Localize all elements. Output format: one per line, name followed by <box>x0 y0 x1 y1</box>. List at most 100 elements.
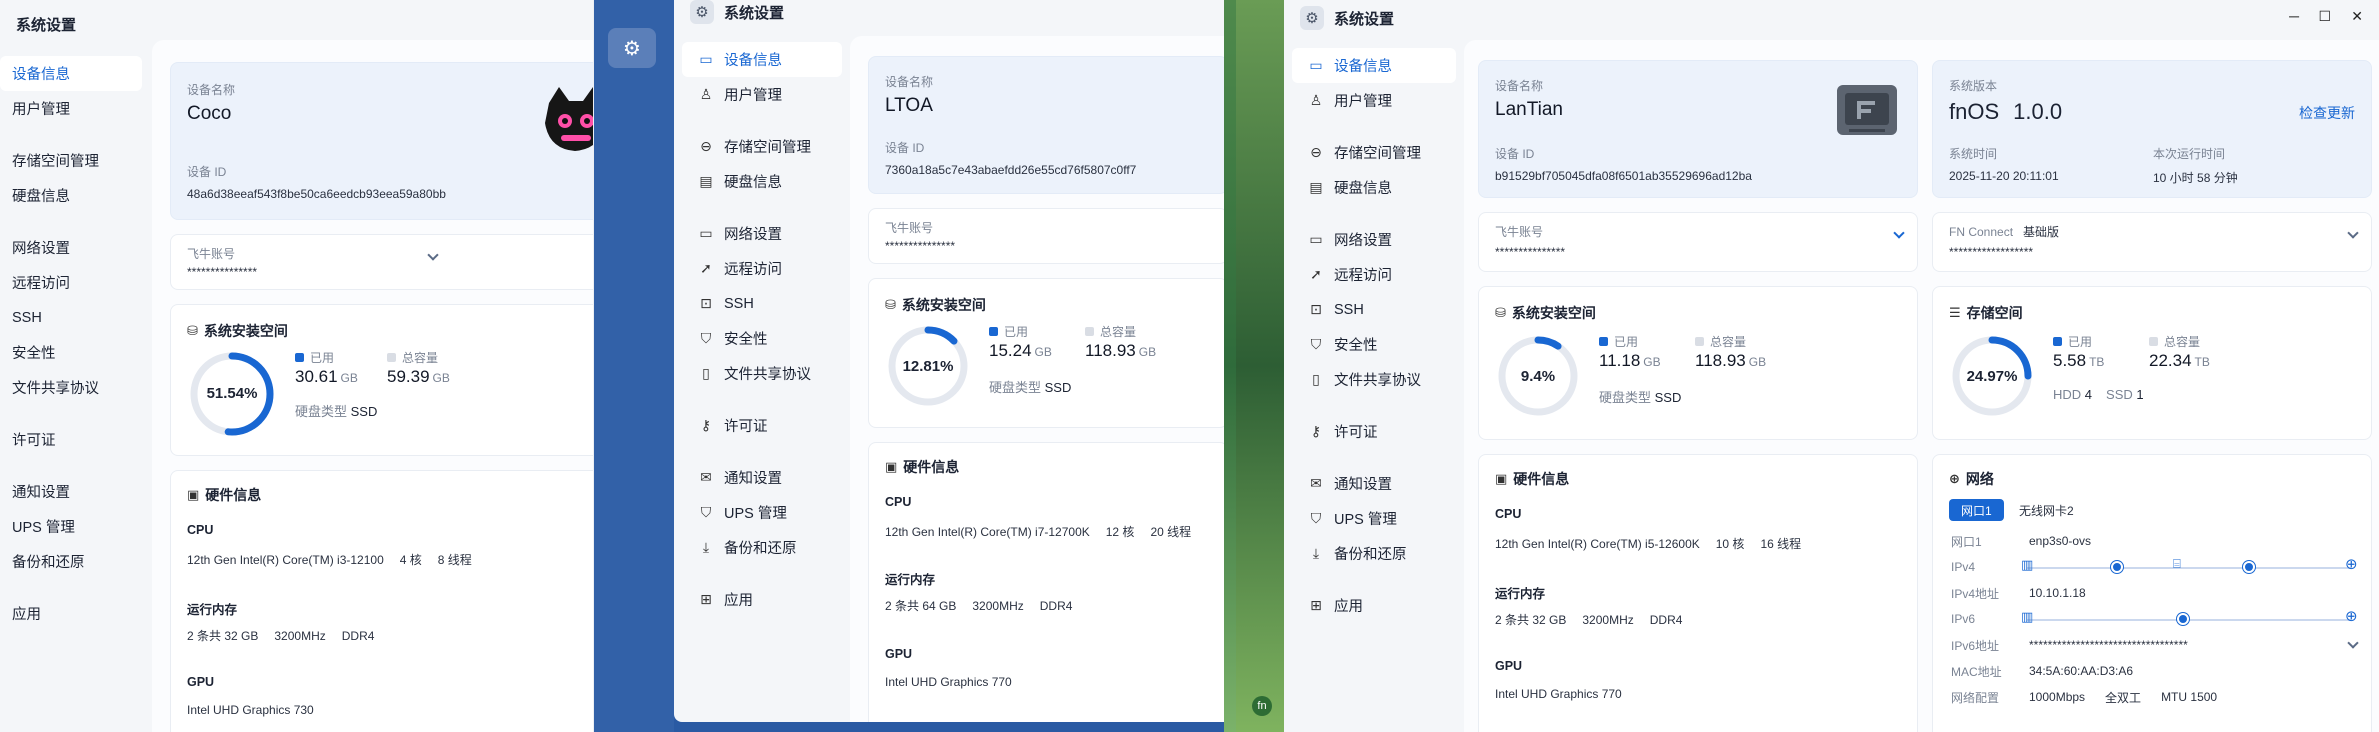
disk-icon: ⛁ <box>885 297 896 312</box>
check-update-link[interactable]: 检查更新 <box>2299 103 2355 123</box>
hardware-icon: ▣ <box>1495 471 1508 486</box>
nav-item-backup[interactable]: ⤓ 备份和还原 <box>1292 536 1456 571</box>
device-id-label: 设备 ID <box>1495 147 1535 161</box>
total-legend: 总容量 <box>387 349 438 366</box>
nav-label: 远程访问 <box>12 276 70 292</box>
nav-item-remote-access[interactable]: ➚ 远程访问 <box>1292 257 1456 292</box>
device-card: 设备名称 LanTian 设备 ID b91529bf705045dfa08f6… <box>1478 60 1918 198</box>
nav-label: 许可证 <box>12 433 56 449</box>
nas-device-icon <box>1837 85 1897 135</box>
maximize-button[interactable]: ☐ <box>2318 8 2331 25</box>
network-icon: ▭ <box>699 225 713 241</box>
nav-item-device-info[interactable]: 设备信息 <box>0 56 142 91</box>
cpu-row: 12th Gen Intel(R) Core(TM) i7-12700K 12 核… <box>885 525 1192 539</box>
nav-item-device-info[interactable]: ▭ 设备信息 <box>1292 48 1456 83</box>
used-value: 15.24 GB <box>989 341 1052 360</box>
remote-icon: ➚ <box>700 260 712 276</box>
user-icon: ♙ <box>699 86 713 102</box>
window-title: 系统设置 <box>16 16 77 34</box>
fn-connect-card[interactable]: FN Connect 基础版 ****************** <box>1932 212 2372 272</box>
gear-icon: ⚙ <box>1300 6 1324 30</box>
ipv6-node <box>2177 613 2189 625</box>
nav-item-notifications[interactable]: ✉ 通知设置 <box>1292 466 1456 501</box>
used-legend: 已用 <box>2053 333 2092 350</box>
file-share-icon: ▯ <box>1312 371 1320 387</box>
nav-item-user-management[interactable]: ♙ 用户管理 <box>682 77 842 112</box>
nav-item-network[interactable]: ▭ 网络设置 <box>1292 222 1456 257</box>
nav-item-file-share[interactable]: ▯ 文件共享协议 <box>1292 362 1456 397</box>
info-icon: ▭ <box>1309 57 1323 73</box>
account-value: *************** <box>1495 245 1566 259</box>
chevron-down-icon[interactable] <box>427 249 439 261</box>
sidebar-nav: ▭ 设备信息 ♙ 用户管理 ⊖ 存储空间管理 ▤ 硬盘信息 ▭ 网络设置 ➚ 远程访问 ⊡ S… <box>1284 48 1464 623</box>
ssh-icon: ⊡ <box>1310 301 1322 317</box>
account-card[interactable]: 飞牛账号 *************** <box>868 208 1224 264</box>
usage-percent: 51.54% <box>206 385 258 402</box>
window-body: ⚙ 系统设置 ▭ 设备信息 ♙ 用户管理 ⊖ 存储空间管理 ▤ 硬盘信息 ▭ 网络设置 ➚ 远… <box>674 0 1224 722</box>
account-label: 飞牛账号 <box>885 221 934 235</box>
device-name: LanTian <box>1495 99 1563 120</box>
nav-label: 应用 <box>12 607 41 623</box>
fn-connect-label: FN Connect 基础版 <box>1949 225 2060 239</box>
cpu-row: 12th Gen Intel(R) Core(TM) i3-12100 4 核8 … <box>187 553 472 567</box>
nav-item-license[interactable]: ⚷ 许可证 <box>1292 414 1456 449</box>
disk-count: HDD 4 SSD 1 <box>2053 387 2144 402</box>
nav-item-security[interactable]: ⛉ 安全性 <box>1292 327 1456 362</box>
fnos-logo-icon[interactable]: fn <box>1252 696 1272 716</box>
total-value: 118.93 GB <box>1085 341 1157 360</box>
storage-title: ☰ 存储空间 <box>1949 305 2023 321</box>
chevron-down-icon[interactable] <box>2347 227 2359 239</box>
install-space-title: ⛁ 系统安装空间 <box>885 297 986 313</box>
hardware-icon: ▣ <box>885 459 898 474</box>
nav-item-notifications[interactable]: ✉ 通知设置 <box>682 460 842 495</box>
account-label: 飞牛账号 <box>187 247 236 261</box>
nav-item-disk-info[interactable]: ▤ 硬盘信息 <box>682 164 842 199</box>
nav-label: 设备信息 <box>12 67 70 83</box>
account-card[interactable]: 飞牛账号 *************** <box>170 234 593 290</box>
window-title: 系统设置 <box>724 4 785 22</box>
cat-avatar-icon <box>545 87 593 151</box>
nav-item-device-info[interactable]: ▭ 设备信息 <box>682 42 842 77</box>
chevron-down-icon[interactable] <box>1893 227 1905 239</box>
user-icon: ♙ <box>1309 92 1323 108</box>
total-value: 59.39 GB <box>387 367 450 386</box>
settings-dock-icon[interactable]: ⚙ <box>608 28 656 68</box>
nav-item-ssh[interactable]: ⊡ SSH <box>1292 292 1456 327</box>
nav-item-apps[interactable]: ⊞ 应用 <box>1292 588 1456 623</box>
nav-item-user-management[interactable]: ♙ 用户管理 <box>1292 83 1456 118</box>
install-space-title: ⛁ 系统安装空间 <box>1495 305 1596 321</box>
nav-item-ups[interactable]: ⛉ UPS 管理 <box>682 495 842 530</box>
tab-wireless-2[interactable]: 无线网卡2 <box>2007 499 2086 521</box>
nav-item-disk-info[interactable]: ▤ 硬盘信息 <box>1292 170 1456 205</box>
nav-item-storage[interactable]: ⊖ 存储空间管理 <box>682 129 842 164</box>
hardware-card: ▣ 硬件信息 CPU 12th Gen Intel(R) Core(TM) i7-… <box>868 442 1224 722</box>
account-card[interactable]: 飞牛账号 *************** <box>1478 212 1918 272</box>
nav-item-ups[interactable]: ⛉ UPS 管理 <box>1292 501 1456 536</box>
nav-label: 文件共享协议 <box>12 381 99 397</box>
minimize-button[interactable]: ─ <box>2289 8 2299 24</box>
nav-item-ssh[interactable]: ⊡ SSH <box>682 286 842 321</box>
nav-item-file-share[interactable]: ▯ 文件共享协议 <box>682 356 842 391</box>
version-card: 系统版本 fnOS 1.0.0 检查更新 系统时间 2025-11-20 20:1… <box>1932 60 2372 198</box>
nav-item-license[interactable]: ⚷ 许可证 <box>682 408 842 443</box>
mem-row: 2 条共 32 GB 3200MHz DDR4 <box>187 629 375 643</box>
nav-item-security[interactable]: ⛉ 安全性 <box>682 321 842 356</box>
nav-item-storage[interactable]: ⊖ 存储空间管理 <box>1292 135 1456 170</box>
nav-item-remote-access[interactable]: ➚ 远程访问 <box>682 251 842 286</box>
window-title-bar: ⚙ 系统设置 <box>1284 0 2379 42</box>
storage-icon: ☰ <box>1949 305 1961 320</box>
tab-port-1[interactable]: 网口1 <box>1949 499 2004 521</box>
nav-item-backup[interactable]: ⤓ 备份和还原 <box>682 530 842 565</box>
internet-icon: ⊕ <box>2345 608 2358 625</box>
net-row-ipv4-addr: IPv4地址 10.10.1.18 <box>1951 586 2086 601</box>
used-value: 30.61 GB <box>295 367 358 386</box>
apps-icon: ⊞ <box>1310 597 1322 613</box>
settings-window-3: fn ⚙ 系统设置 ─ ☐ ✕ ▭ 设备信息 ♙ 用户管理 ⊖ 存储空间管理 ▤ 硬盘信息… <box>1236 0 2379 732</box>
disk-type: 硬盘类型 SSD <box>295 404 378 419</box>
close-button[interactable]: ✕ <box>2351 8 2363 25</box>
cpu-label: CPU <box>1495 507 1522 521</box>
nav-item-network[interactable]: ▭ 网络设置 <box>682 216 842 251</box>
nav-item-apps[interactable]: ⊞ 应用 <box>682 582 842 617</box>
gpu-value: Intel UHD Graphics 730 <box>187 703 314 717</box>
key-icon: ⚷ <box>700 417 712 433</box>
